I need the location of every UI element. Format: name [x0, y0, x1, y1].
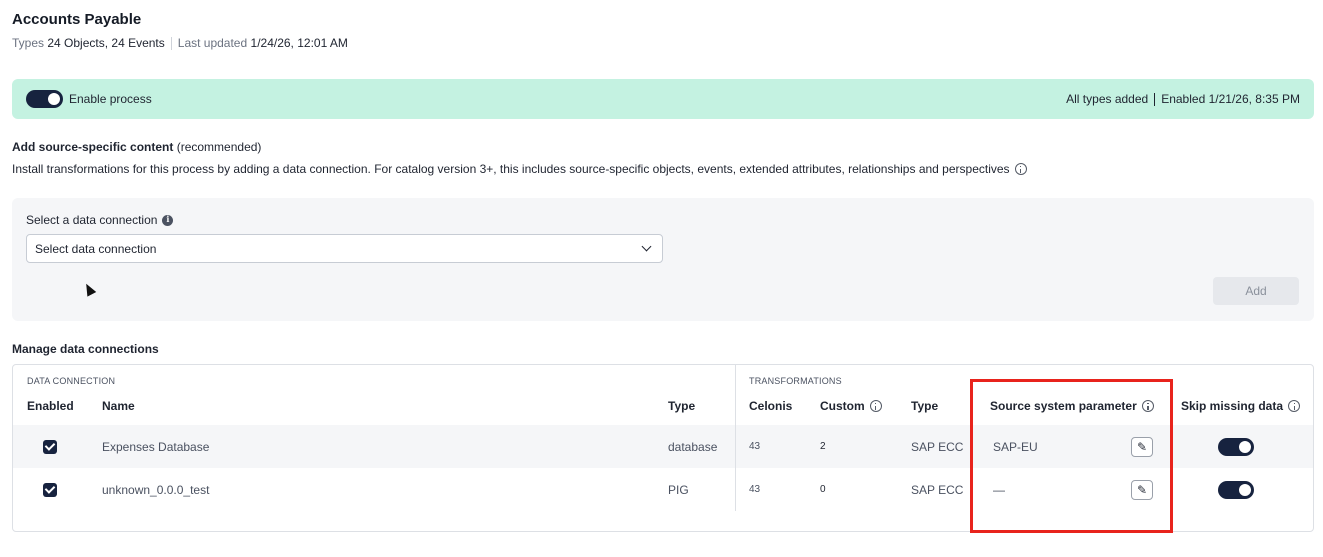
header-celonis: Celonis — [749, 399, 793, 413]
select-connection-label-text: Select a data connection — [26, 213, 158, 227]
type-cell: database — [668, 439, 718, 454]
updated-label: Last updated — [177, 36, 248, 50]
header-enabled: Enabled — [27, 399, 74, 413]
custom-cell: 0 — [820, 484, 826, 495]
info-icon[interactable] — [1141, 400, 1154, 412]
connections-table: DATA CONNECTION TRANSFORMATIONS Enabled … — [12, 364, 1314, 532]
group-transformations: TRANSFORMATIONS — [749, 376, 842, 386]
info-icon[interactable] — [1014, 163, 1027, 175]
process-status: All types added Enabled 1/21/26, 8:35 PM — [1066, 92, 1300, 106]
header-type: Type — [668, 399, 696, 413]
name-cell: unknown_0.0.0_test — [102, 482, 210, 497]
source-param-cell: — — [993, 482, 1005, 497]
edit-cell: ✎ — [1131, 425, 1153, 468]
enabled-date: 1/21/26, 8:35 PM — [1208, 92, 1300, 106]
celonis-cell: 43 — [749, 441, 761, 452]
pencil-icon: ✎ — [1136, 439, 1148, 454]
enabled-cell — [43, 425, 57, 468]
header-custom-text: Custom — [820, 399, 865, 413]
chevron-down-icon — [641, 241, 652, 252]
header-custom: Custom — [820, 399, 882, 413]
updated-value: 1/24/26, 12:01 AM — [250, 36, 348, 50]
group-data-connection: DATA CONNECTION — [27, 376, 116, 386]
info-icon[interactable] — [1288, 400, 1301, 412]
header-source-param: Source system parameter — [990, 399, 1154, 413]
header-name: Name — [102, 399, 135, 413]
source-content-text: Install transformations for this process… — [12, 162, 1010, 176]
select-value: Select data connection — [35, 241, 157, 256]
group-divider — [735, 365, 736, 511]
source-content-description: Install transformations for this process… — [12, 162, 1027, 176]
enable-process-banner: Enable process All types added Enabled 1… — [12, 79, 1314, 119]
transformation-type-cell: SAP ECC — [911, 482, 964, 497]
table-row: unknown_0.0.0_test PIG 43 0 SAP ECC — ✎ — [13, 468, 1313, 511]
enabled-checkbox[interactable] — [43, 439, 57, 454]
edit-param-button[interactable]: ✎ — [1131, 479, 1153, 500]
enable-process-toggle[interactable] — [26, 90, 63, 108]
transformation-type-cell: SAP ECC — [911, 439, 964, 454]
enable-process-label: Enable process — [69, 92, 152, 106]
types-added-status: All types added — [1066, 92, 1149, 106]
enabled-label: Enabled — [1161, 92, 1206, 106]
info-filled-icon[interactable] — [162, 214, 174, 226]
custom-cell: 2 — [820, 441, 826, 452]
status-divider — [1154, 92, 1156, 106]
source-content-suffix: (recommended) — [176, 140, 262, 154]
add-button[interactable]: Add — [1213, 277, 1299, 305]
header-source-param-text: Source system parameter — [990, 399, 1137, 413]
select-connection-label: Select a data connection — [26, 213, 174, 227]
celonis-cell: 43 — [749, 484, 761, 495]
types-label: Types — [12, 36, 45, 50]
enabled-cell — [43, 468, 57, 511]
info-icon[interactable] — [869, 400, 882, 412]
header-transformation-type: Type — [911, 399, 939, 413]
meta-divider — [170, 36, 172, 50]
data-connection-select[interactable]: Select data connection — [26, 234, 663, 263]
pencil-icon: ✎ — [1136, 482, 1148, 497]
page-meta: Types 24 Objects, 24 Events Last updated… — [12, 36, 348, 50]
table-row: Expenses Database database 43 2 SAP ECC … — [13, 425, 1313, 468]
source-content-title: Add source-specific content (recommended… — [12, 140, 261, 154]
data-connection-panel: Select a data connection Select data con… — [12, 198, 1314, 321]
skip-missing-cell — [1218, 425, 1254, 468]
type-cell: PIG — [668, 482, 689, 497]
header-skip-missing: Skip missing data — [1181, 399, 1301, 413]
source-content-heading: Add source-specific content — [12, 140, 174, 154]
manage-connections-title: Manage data connections — [12, 342, 159, 356]
name-cell: Expenses Database — [102, 439, 210, 454]
skip-missing-toggle[interactable] — [1218, 437, 1254, 456]
skip-missing-cell — [1218, 468, 1254, 511]
types-value: 24 Objects, 24 Events — [47, 36, 165, 50]
page-title: Accounts Payable — [12, 11, 142, 28]
header-skip-missing-text: Skip missing data — [1181, 399, 1284, 413]
edit-param-button[interactable]: ✎ — [1131, 436, 1153, 457]
skip-missing-toggle[interactable] — [1218, 480, 1254, 499]
edit-cell: ✎ — [1131, 468, 1153, 511]
mouse-cursor-icon — [81, 281, 97, 297]
source-param-cell: SAP-EU — [993, 439, 1038, 454]
enabled-checkbox[interactable] — [43, 482, 57, 497]
